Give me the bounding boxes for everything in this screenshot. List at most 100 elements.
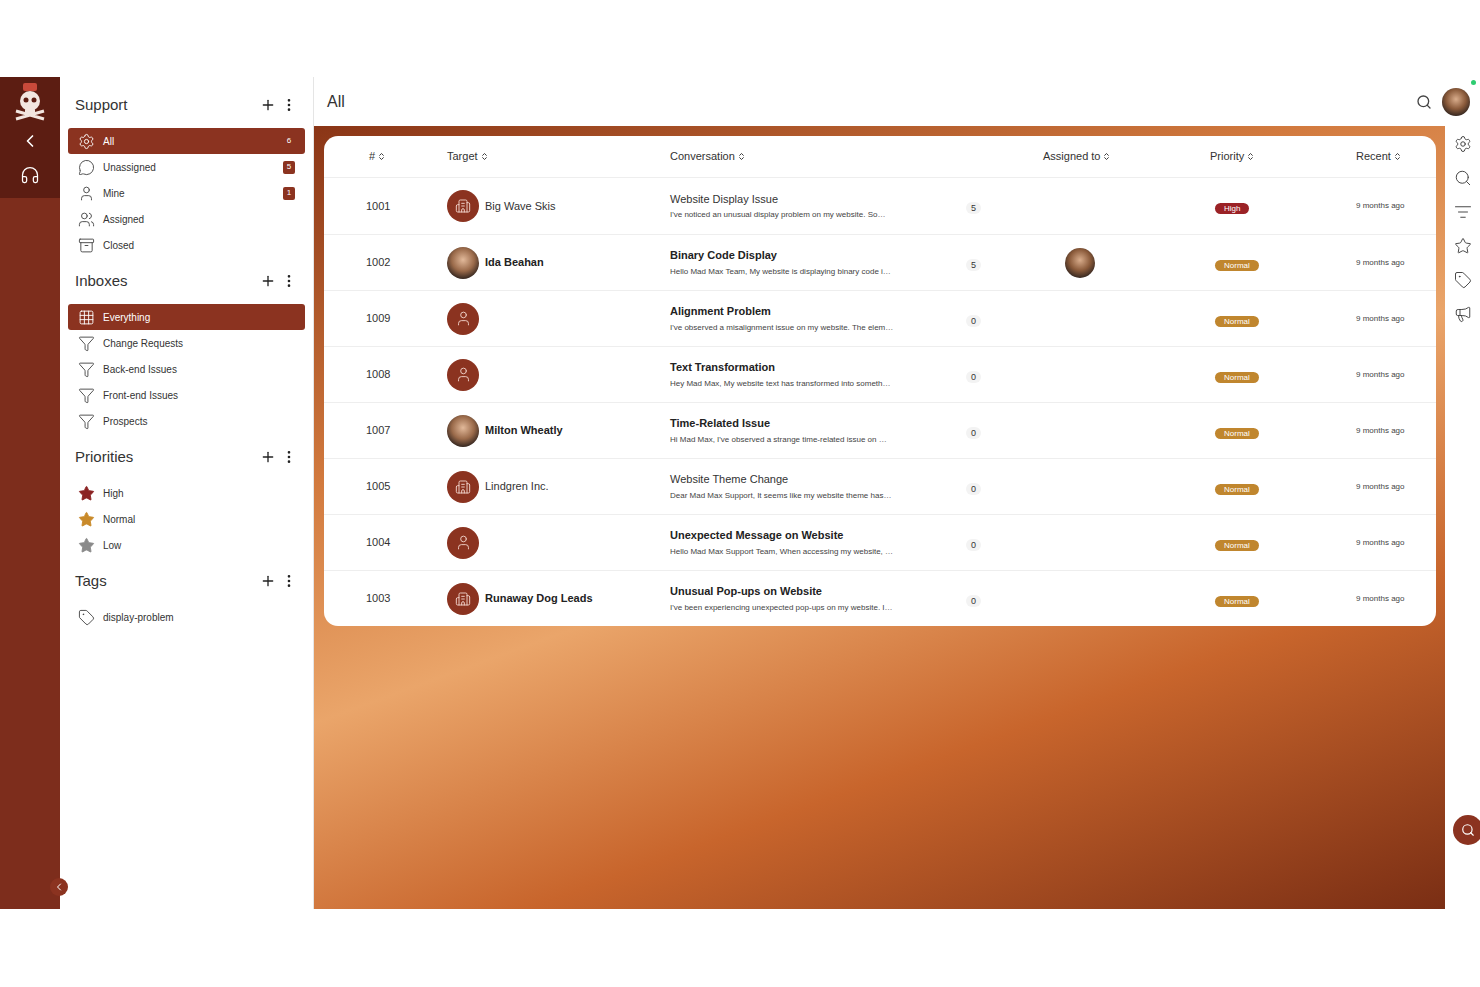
- sidebar-item[interactable]: Change Requests: [68, 330, 305, 356]
- rail-icon[interactable]: [1454, 237, 1472, 255]
- target-name: Ida Beahan: [485, 254, 544, 271]
- sort-icon: [1246, 152, 1255, 161]
- building-icon: [455, 479, 471, 495]
- row-id: 1007: [324, 422, 447, 439]
- table-row[interactable]: 1009Alignment ProblemI've observed a mis…: [324, 290, 1436, 346]
- sidebar-item[interactable]: Everything: [68, 304, 305, 330]
- rail-icon[interactable]: [1454, 135, 1472, 153]
- sidebar-item[interactable]: High: [68, 480, 305, 506]
- recent: 9 months ago: [1356, 200, 1436, 212]
- sidebar-item[interactable]: Low: [68, 532, 305, 558]
- search-icon[interactable]: [1416, 94, 1432, 110]
- item-label: Low: [103, 538, 295, 553]
- more-icon[interactable]: [281, 573, 297, 589]
- sidebar-item[interactable]: Prospects: [68, 408, 305, 434]
- item-icon: [78, 387, 95, 404]
- column-header[interactable]: Target: [447, 148, 670, 165]
- table-row[interactable]: 1005Lindgren Inc.Website Theme ChangeDea…: [324, 458, 1436, 514]
- sidebar-item[interactable]: Closed: [68, 232, 305, 258]
- user-icon: [455, 310, 472, 327]
- message-count: 0: [966, 315, 981, 327]
- column-header[interactable]: Priority: [1210, 148, 1356, 165]
- add-icon[interactable]: [260, 573, 276, 589]
- add-icon[interactable]: [260, 273, 276, 289]
- row-id: 1003: [324, 590, 447, 607]
- more-icon[interactable]: [281, 273, 297, 289]
- item-icon: [78, 511, 95, 528]
- table-row[interactable]: 1007Milton WheatlyTime-Related IssueHi M…: [324, 402, 1436, 458]
- preview: Hello Mad Max Team, My website is displa…: [670, 266, 954, 278]
- sidebar-item[interactable]: Unassigned5: [68, 154, 305, 180]
- column-header[interactable]: #: [369, 148, 447, 165]
- sidebar: SupportAll6Unassigned5Mine1AssignedClose…: [60, 77, 314, 909]
- more-icon[interactable]: [281, 97, 297, 113]
- anonymous-avatar: [447, 527, 479, 559]
- user-avatar[interactable]: [1442, 88, 1470, 116]
- table-row[interactable]: 1002Ida BeahanBinary Code DisplayHello M…: [324, 234, 1436, 290]
- priority-badge: Normal: [1215, 484, 1259, 495]
- collapse-button[interactable]: [50, 878, 68, 896]
- rail-icon[interactable]: [1454, 169, 1472, 187]
- rail-icon[interactable]: [1454, 305, 1472, 323]
- column-header[interactable]: Recent: [1356, 148, 1436, 165]
- item-label: Back-end Issues: [103, 362, 295, 377]
- company-avatar: [447, 471, 479, 503]
- sidebar-item[interactable]: Front-end Issues: [68, 382, 305, 408]
- subject: Unusual Pop-ups on Website: [670, 583, 954, 600]
- item-count: 6: [283, 135, 295, 148]
- table-row[interactable]: 1008Text TransformationHey Mad Max, My w…: [324, 346, 1436, 402]
- headset-icon[interactable]: [20, 165, 40, 185]
- search-icon: [1461, 823, 1475, 837]
- priority-badge: Normal: [1215, 260, 1259, 271]
- preview: Dear Mad Max Support, It seems like my w…: [670, 490, 954, 502]
- column-header[interactable]: Conversation: [670, 148, 954, 165]
- column-header[interactable]: Assigned to: [1043, 148, 1210, 165]
- item-label: Mine: [103, 186, 275, 201]
- rail-icon[interactable]: [1454, 271, 1472, 289]
- row-id: 1001: [324, 198, 447, 215]
- search-button[interactable]: [1453, 815, 1480, 845]
- item-count: 5: [283, 161, 295, 174]
- table-row[interactable]: 1003Runaway Dog LeadsUnusual Pop-ups on …: [324, 570, 1436, 626]
- item-label: Prospects: [103, 414, 295, 429]
- sidebar-item[interactable]: Back-end Issues: [68, 356, 305, 382]
- sort-icon: [480, 152, 489, 161]
- table-header: #TargetConversation Assigned toPriorityRe…: [324, 136, 1436, 178]
- subject: Alignment Problem: [670, 303, 954, 320]
- add-icon[interactable]: [260, 97, 276, 113]
- chevron-icon: [53, 881, 65, 893]
- recent: 9 months ago: [1356, 481, 1436, 493]
- item-label: Normal: [103, 512, 295, 527]
- item-count: 1: [283, 187, 295, 200]
- sidebar-item[interactable]: Normal: [68, 506, 305, 532]
- recent: 9 months ago: [1356, 593, 1436, 605]
- priority-badge: High: [1215, 203, 1249, 214]
- person-avatar: [447, 247, 479, 279]
- item-icon: [78, 485, 95, 502]
- item-icon: [78, 413, 95, 430]
- row-id: 1005: [324, 478, 447, 495]
- sidebar-item[interactable]: display-problem: [68, 604, 305, 630]
- sidebar-item[interactable]: Assigned: [68, 206, 305, 232]
- preview: Hey Mad Max, My website text has transfo…: [670, 378, 954, 390]
- item-label: Assigned: [103, 212, 295, 227]
- sidebar-section: PrioritiesHighNormalLow: [68, 434, 305, 558]
- item-icon: [78, 237, 95, 254]
- target-name: Big Wave Skis: [485, 198, 556, 215]
- sidebar-item[interactable]: All6: [68, 128, 305, 154]
- sidebar-item[interactable]: Mine 1: [68, 180, 305, 206]
- row-id: 1004: [324, 534, 447, 551]
- table-row[interactable]: 1004Unexpected Message on WebsiteHello M…: [324, 514, 1436, 570]
- online-dot: [1471, 80, 1476, 85]
- subject: Time-Related Issue: [670, 415, 954, 432]
- table-row[interactable]: 1001Big Wave SkisWebsite Display IssueI'…: [324, 178, 1436, 234]
- add-icon[interactable]: [260, 449, 276, 465]
- section-title: Tags: [75, 570, 260, 593]
- left-rail: [0, 77, 60, 909]
- more-icon[interactable]: [281, 449, 297, 465]
- recent: 9 months ago: [1356, 537, 1436, 549]
- preview: I've noticed an unusual display problem …: [670, 209, 954, 221]
- message-count: 0: [966, 539, 981, 551]
- rail-icon[interactable]: [1454, 203, 1472, 221]
- back-icon[interactable]: [20, 131, 40, 151]
